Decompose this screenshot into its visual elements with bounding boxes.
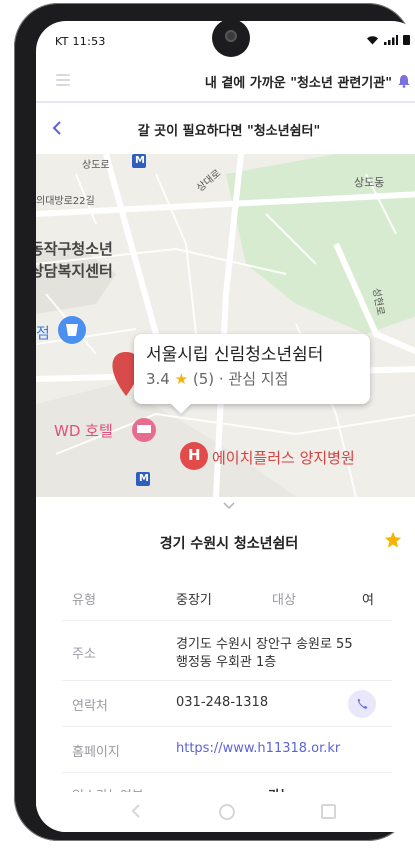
callout-place-name: 서울시립 신림청소년쉼터 <box>146 345 324 365</box>
map-label-center-2: 상담복지센터 <box>36 262 113 280</box>
favorite-star-icon[interactable] <box>384 531 402 549</box>
address-label: 주소 <box>72 647 96 662</box>
chevron-down-icon[interactable] <box>222 501 236 511</box>
map-label-dong: 상도동 <box>354 176 385 189</box>
map-label-hotel: WD 호텔 <box>54 422 113 440</box>
hamburger-menu-icon[interactable] <box>56 74 70 86</box>
callout-suffix: · 관심 지점 <box>214 370 289 388</box>
info-row-type: 유형 중장기 대상 여 <box>62 575 392 621</box>
callout-rating-row: 3.4 ★ (5) · 관심 지점 <box>146 368 358 390</box>
sub-header: 갈 곳이 필요하다면 "청소년쉼터" <box>36 103 415 153</box>
address-line-1: 경기도 수원시 장안구 송원로 55 <box>176 637 353 652</box>
star-icon: ★ <box>174 370 189 388</box>
type-label: 유형 <box>72 593 96 608</box>
target-value: 여 <box>362 593 374 608</box>
phone-icon <box>357 698 368 709</box>
map-view[interactable]: 상도로 M 상도동 의대방로22길 상대로 동작구청소년 상담복지센터 점 성현… <box>36 154 415 497</box>
info-row-address: 주소 경기도 수원시 장안구 송원로 55 행정동 우회관 1층 <box>62 621 392 681</box>
contact-value[interactable]: 031-248-1318 <box>176 695 268 710</box>
camera-notch <box>212 21 250 57</box>
info-row-contact: 연락처 031-248-1318 <box>62 681 392 727</box>
homepage-link[interactable]: https://www.h11318.or.kr <box>176 741 340 756</box>
map-label-center-1: 동작구청소년 <box>36 240 113 258</box>
call-button[interactable] <box>348 690 376 718</box>
nav-recent-apps-icon[interactable] <box>321 804 336 819</box>
status-bar: KT 11:53 <box>36 21 415 63</box>
shelter-name: 경기 수원시 청소년쉼터 <box>159 536 299 552</box>
map-label-road-top: 상도로 <box>82 160 110 171</box>
address-line-2: 행정동 우회관 1층 <box>176 655 277 670</box>
map-label-road-22: 의대방로22길 <box>36 196 95 207</box>
place-callout[interactable]: 서울시립 신림청소년쉼터 3.4 ★ (5) · 관심 지점 <box>134 334 370 414</box>
screen: KT 11:53 내 곁에 가까운 "청소년 관련기관" 갈 곳이 필요하다면 … <box>36 21 415 832</box>
homepage-label: 홈페이지 <box>72 745 120 760</box>
phone-frame: KT 11:53 내 곁에 가까운 "청소년 관련기관" 갈 곳이 필요하다면 … <box>14 3 415 841</box>
target-label: 대상 <box>272 593 296 608</box>
map-label-metro-top: M <box>135 155 145 166</box>
sub-header-title: 갈 곳이 필요하다면 "청소년쉼터" <box>137 124 321 139</box>
type-value: 중장기 <box>176 593 212 608</box>
status-time: KT 11:53 <box>55 35 106 48</box>
callout-review-count: (5) <box>192 370 215 388</box>
app-bar: 내 곁에 가까운 "청소년 관련기관" <box>36 63 415 99</box>
map-label-jeom: 점 <box>36 324 50 342</box>
app-bar-title: 내 곁에 가까운 "청소년 관련기관" <box>204 76 392 91</box>
map-label-hospital: 에이치플러스 양지병원 <box>212 449 355 467</box>
contact-label: 연락처 <box>72 699 108 714</box>
signal-icon <box>384 34 398 45</box>
nav-back-icon[interactable] <box>131 804 141 818</box>
battery-icon <box>403 35 410 45</box>
system-nav-bar <box>36 792 415 832</box>
bell-icon[interactable] <box>398 74 410 88</box>
callout-rating: 3.4 <box>146 370 170 388</box>
wifi-icon <box>367 35 378 44</box>
camera-icon <box>225 30 237 42</box>
detail-sheet: 경기 수원시 청소년쉼터 유형 중장기 대상 여 주소 경기도 수원시 장안구 … <box>36 497 415 804</box>
info-row-homepage: 홈페이지 https://www.h11318.or.kr <box>62 727 392 773</box>
map-label-hospital-badge: H <box>188 446 201 464</box>
status-icons <box>366 34 410 45</box>
map-label-metro-bottom: M <box>139 473 149 484</box>
nav-home-icon[interactable] <box>219 804 235 820</box>
